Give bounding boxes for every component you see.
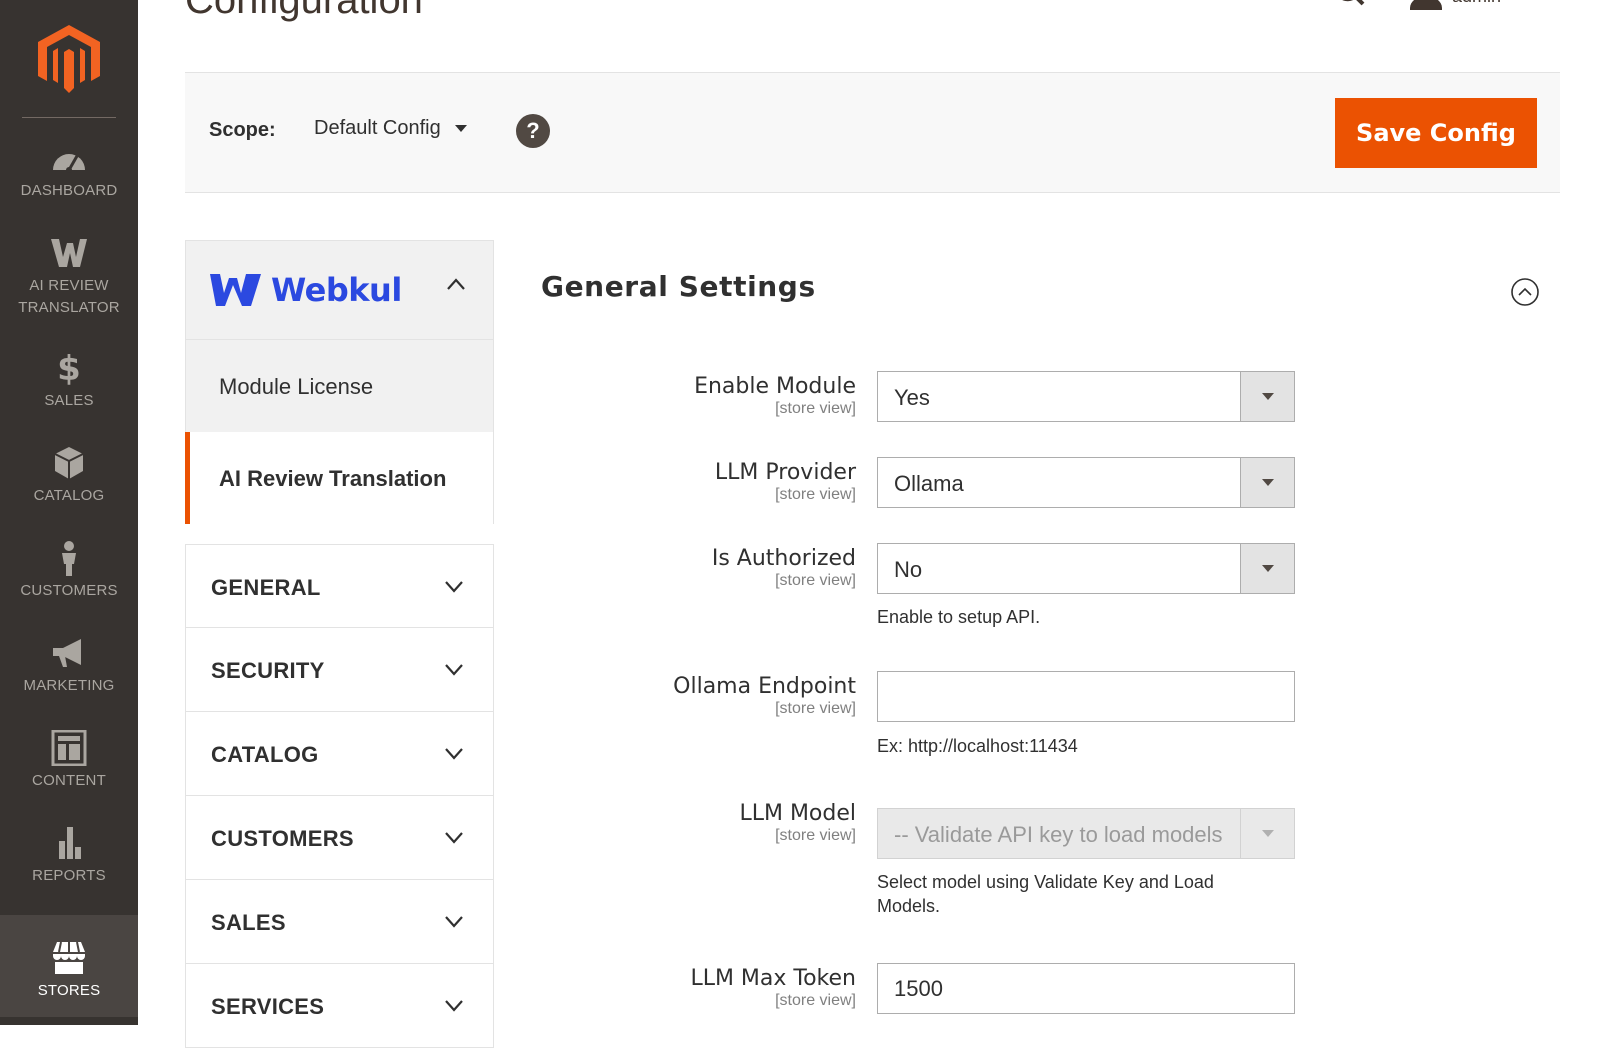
dollar-icon: $	[57, 350, 81, 386]
nav-ai-review-translator[interactable]: AI REVIEW TRANSLATOR	[0, 235, 138, 319]
llm-max-token-label: LLM Max Token	[690, 966, 856, 991]
storefront-icon	[53, 941, 85, 974]
user-icon[interactable]	[1410, 0, 1442, 10]
llm-provider-value: Ollama	[894, 471, 964, 496]
llm-model-value: -- Validate API key to load models --	[894, 822, 1224, 847]
ollama-endpoint-label: Ollama Endpoint	[673, 674, 856, 699]
llm-max-token-input[interactable]	[877, 963, 1295, 1014]
box-icon	[54, 447, 84, 479]
is-authorized-select[interactable]: No	[877, 543, 1295, 594]
llm-provider-label: LLM Provider	[714, 460, 856, 485]
tab-label: SERVICES	[211, 994, 325, 1019]
llm-model-scope: [store view]	[775, 827, 856, 844]
dropdown-arrow-icon	[1240, 544, 1294, 593]
enable-module-select[interactable]: Yes	[877, 371, 1295, 422]
vendor-name: Webkul	[271, 271, 402, 309]
nav-content[interactable]: CONTENT	[0, 730, 138, 792]
sidebar-item-module-license[interactable]: Module License	[185, 340, 494, 432]
ollama-endpoint-input[interactable]	[877, 671, 1295, 722]
ollama-endpoint-note: Ex: http://localhost:11434	[877, 736, 1078, 756]
chevron-down-icon	[445, 1000, 463, 1012]
svg-text:$: $	[57, 350, 81, 386]
tab-security[interactable]: SECURITY	[185, 628, 494, 712]
tab-label: CATALOG	[211, 742, 319, 767]
megaphone-icon	[53, 639, 81, 667]
dropdown-arrow-icon	[1240, 458, 1294, 507]
person-icon	[62, 541, 76, 576]
chevron-up-icon[interactable]	[446, 277, 466, 291]
dropdown-arrow-icon	[1240, 809, 1294, 858]
nav-stores[interactable]: STORES	[0, 915, 138, 1017]
help-icon[interactable]: ?	[516, 114, 550, 148]
chevron-down-icon	[445, 748, 463, 760]
nav-dashboard-label: DASHBOARD	[20, 182, 118, 199]
chevron-down-icon	[445, 664, 463, 676]
llm-max-token-scope: [store view]	[775, 992, 856, 1009]
nav-marketing-label: MARKETING	[23, 677, 115, 694]
nav-sales-label: SALES	[44, 392, 94, 409]
llm-provider-scope: [store view]	[775, 486, 856, 503]
is-authorized-value: No	[894, 557, 923, 582]
llm-model-label: LLM Model	[739, 801, 856, 826]
chevron-down-icon	[445, 832, 463, 844]
page-actions-bar: Scope: Default Config ? Save Config	[185, 72, 1560, 193]
tab-services[interactable]: SERVICES	[185, 964, 494, 1048]
speedometer-icon	[53, 154, 85, 173]
nav-ai-review-label-1: AI REVIEW	[29, 277, 109, 294]
llm-model-note: Select model using Validate Key and Load…	[877, 872, 1214, 916]
vendor-tab-webkul[interactable]: Webkul	[185, 240, 494, 340]
dropdown-arrow-icon	[1240, 372, 1294, 421]
nav-catalog[interactable]: CATALOG	[0, 445, 138, 507]
tab-general[interactable]: GENERAL	[185, 544, 494, 628]
is-authorized-scope: [store view]	[775, 572, 856, 589]
page-title: Configuration	[185, 0, 423, 22]
layout-icon	[51, 730, 87, 766]
scope-label: Scope:	[209, 119, 276, 141]
collapse-circle-icon[interactable]	[1510, 277, 1540, 307]
nav-reports-label: REPORTS	[32, 867, 106, 884]
sidebar-item-ai-review-translation[interactable]: AI Review Translation	[185, 432, 494, 524]
tab-label: CUSTOMERS	[211, 826, 354, 851]
ollama-endpoint-scope: [store view]	[775, 700, 856, 717]
scope-switcher[interactable]: Default Config	[314, 117, 467, 140]
chevron-down-icon	[445, 581, 463, 593]
webkul-w-icon	[51, 239, 87, 267]
nav-reports[interactable]: REPORTS	[0, 825, 138, 887]
enable-module-value: Yes	[894, 385, 930, 410]
admin-menu: DASHBOARD AI REVIEW TRANSLATOR $ SALES C…	[0, 0, 138, 1025]
is-authorized-label: Is Authorized	[711, 546, 856, 571]
tab-catalog[interactable]: CATALOG	[185, 712, 494, 796]
nav-ai-review-label-2: TRANSLATOR	[18, 299, 120, 316]
search-icon[interactable]	[1332, 0, 1366, 14]
tab-label: SECURITY	[211, 658, 325, 683]
save-config-button[interactable]: Save Config	[1335, 98, 1537, 168]
scope-value: Default Config	[314, 117, 441, 139]
user-name[interactable]: admin	[1452, 0, 1501, 7]
tab-sales[interactable]: SALES	[185, 880, 494, 964]
enable-module-scope: [store view]	[775, 400, 856, 417]
sidebar-item-label: AI Review Translation	[219, 466, 447, 491]
nav-marketing[interactable]: MARKETING	[0, 635, 138, 697]
tab-label: SALES	[211, 910, 286, 935]
nav-stores-label: STORES	[37, 982, 101, 999]
llm-model-select[interactable]: -- Validate API key to load models --	[877, 808, 1295, 859]
enable-module-label: Enable Module	[694, 374, 856, 399]
tab-customers[interactable]: CUSTOMERS	[185, 796, 494, 880]
nav-sales[interactable]: $ SALES	[0, 350, 138, 412]
bar-chart-icon	[59, 827, 81, 859]
logo-divider	[22, 117, 116, 118]
caret-down-icon	[454, 125, 467, 133]
section-title[interactable]: General Settings	[541, 270, 816, 303]
tab-label: GENERAL	[211, 575, 321, 600]
is-authorized-note: Enable to setup API.	[877, 607, 1041, 627]
llm-provider-select[interactable]: Ollama	[877, 457, 1295, 508]
nav-customers-label: CUSTOMERS	[20, 582, 118, 599]
nav-catalog-label: CATALOG	[33, 487, 105, 504]
nav-content-label: CONTENT	[32, 772, 106, 789]
chevron-down-icon	[445, 916, 463, 928]
sidebar-item-label: Module License	[219, 374, 374, 399]
magento-logo-icon[interactable]	[38, 25, 100, 93]
nav-customers[interactable]: CUSTOMERS	[0, 540, 138, 602]
nav-dashboard[interactable]: DASHBOARD	[0, 140, 138, 202]
